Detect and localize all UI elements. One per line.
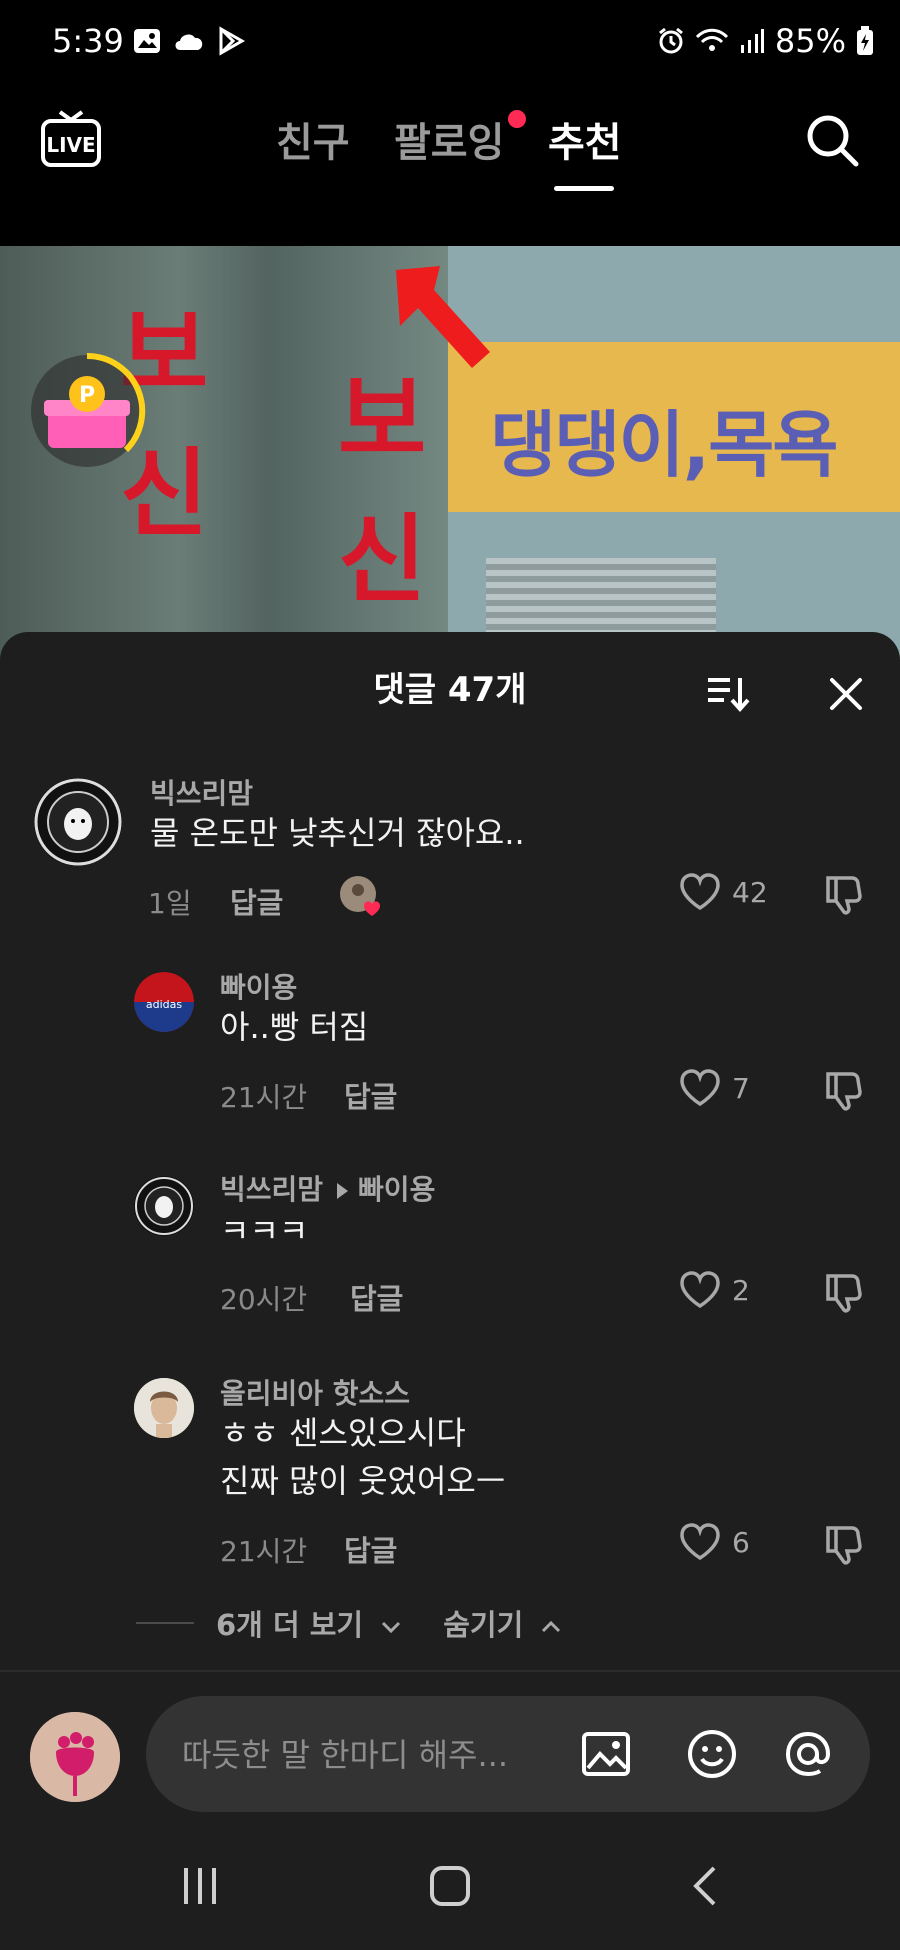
- avatar[interactable]: [34, 778, 122, 866]
- reply-to-arrow-icon: [337, 1183, 349, 1199]
- heart-icon: [680, 873, 720, 911]
- heart-icon: [680, 1523, 720, 1561]
- play-store-icon: [219, 26, 246, 56]
- replies-divider-line: [136, 1622, 194, 1624]
- status-time: 5:39: [52, 22, 124, 60]
- signal-icon: [740, 29, 764, 53]
- recent-apps-icon[interactable]: [178, 1864, 222, 1908]
- search-icon: [807, 115, 859, 167]
- reply-button[interactable]: 답글: [344, 1074, 397, 1116]
- like-count: 7: [732, 1071, 750, 1105]
- adidas-avatar-icon: adidas: [134, 972, 194, 1032]
- comment-text-line: ㅎㅎ 센스있으시다: [220, 1414, 466, 1452]
- dog-logo-icon: [34, 778, 122, 866]
- like-count: 2: [732, 1273, 750, 1307]
- avatar[interactable]: [134, 1378, 194, 1438]
- mention-icon[interactable]: [782, 1728, 834, 1780]
- heart-icon: [680, 1069, 720, 1107]
- status-notification-icons: [132, 26, 246, 56]
- view-more-label: 6개 더 보기: [216, 1608, 364, 1642]
- comments-title: 댓글 47개: [373, 670, 527, 710]
- image-icon: [134, 29, 160, 53]
- replies-controls: 6개 더 보기 숨기기: [136, 1602, 563, 1644]
- dog-logo-icon: [135, 1177, 193, 1235]
- emoji-icon[interactable]: [686, 1728, 738, 1780]
- creator-heart-icon: [340, 876, 380, 916]
- comment-time: 20시간: [220, 1283, 308, 1316]
- woman-portrait-icon: [134, 1378, 194, 1438]
- like-button[interactable]: 6: [678, 1522, 750, 1562]
- status-right-cluster: 85%: [657, 22, 874, 60]
- search-button[interactable]: [804, 112, 860, 168]
- like-count: 42: [732, 875, 768, 909]
- comment-username[interactable]: 빅쓰리맘: [220, 1173, 323, 1206]
- comment-text: ㅋㅋㅋ: [220, 1212, 309, 1250]
- chevron-down-icon: [382, 1621, 401, 1634]
- like-button[interactable]: 2: [678, 1270, 750, 1310]
- comment-text: 아..빵 터짐: [220, 1008, 369, 1046]
- comments-sheet: 댓글 47개 빅쓰리맘 물 온도만 낮추신거 잖아요.. 1일 답글 42 ad…: [0, 632, 900, 1950]
- video-sign-char: 신: [338, 503, 427, 616]
- comment-username[interactable]: 올리비아 핫소스: [220, 1372, 410, 1412]
- back-icon[interactable]: [684, 1864, 728, 1908]
- home-icon[interactable]: [428, 1864, 472, 1908]
- alarm-icon: [658, 27, 683, 54]
- creator-liked-badge: [338, 874, 386, 922]
- comment-username[interactable]: 빅쓰리맘: [150, 772, 253, 812]
- svg-text:P: P: [79, 383, 95, 408]
- dislike-icon[interactable]: [822, 1522, 866, 1566]
- red-arrow-icon: [396, 266, 490, 368]
- cloud-icon: [175, 34, 203, 50]
- comment-time: 21시간: [220, 1081, 308, 1114]
- tab-recommended[interactable]: 추천: [548, 110, 622, 168]
- comment-username[interactable]: 빠이용: [220, 966, 297, 1006]
- comment-time: 21시간: [220, 1535, 308, 1568]
- close-icon[interactable]: [826, 674, 866, 714]
- battery-percent: 85%: [774, 22, 846, 60]
- video-sign-text: 댕댕이,목욕: [490, 403, 839, 487]
- dislike-icon[interactable]: [822, 1068, 866, 1112]
- comment-input-box: [146, 1696, 870, 1814]
- reply-to-username[interactable]: 빠이용: [358, 1173, 435, 1206]
- comment-username-row: 빅쓰리맘 빠이용: [220, 1168, 435, 1208]
- like-button[interactable]: 7: [678, 1068, 750, 1108]
- reward-badge[interactable]: P: [28, 352, 146, 470]
- dislike-icon[interactable]: [822, 872, 866, 916]
- sort-icon[interactable]: [706, 674, 752, 714]
- coin-box-icon: P: [31, 352, 146, 467]
- flower-avatar-icon: [30, 1712, 120, 1802]
- comment-input[interactable]: [180, 1696, 564, 1814]
- tab-following[interactable]: 팔로잉: [394, 110, 504, 168]
- hide-label: 숨기기: [443, 1608, 524, 1642]
- heart-icon: [680, 1271, 720, 1309]
- image-attach-icon[interactable]: [580, 1728, 632, 1780]
- dislike-icon[interactable]: [822, 1270, 866, 1314]
- hide-replies-button[interactable]: 숨기기: [443, 1602, 563, 1644]
- wifi-icon: [695, 28, 728, 51]
- comment-text-line: 진짜 많이 웃었어오ㅡ: [220, 1462, 506, 1500]
- avatar[interactable]: [134, 1176, 194, 1236]
- feed-tabs: 친구 팔로잉 추천: [0, 110, 900, 191]
- tab-friends[interactable]: 친구: [276, 110, 350, 168]
- like-count: 6: [732, 1525, 750, 1559]
- like-button[interactable]: 42: [678, 872, 768, 912]
- chevron-up-icon: [542, 1620, 561, 1633]
- following-notification-dot: [508, 110, 526, 128]
- my-avatar[interactable]: [30, 1712, 120, 1802]
- comment-time: 1일: [148, 887, 192, 920]
- comment-text: 물 온도만 낮추신거 잖아요..: [150, 814, 525, 852]
- reply-button[interactable]: 답글: [350, 1276, 403, 1318]
- active-tab-indicator: [554, 186, 614, 191]
- system-nav-bar: [0, 1820, 900, 1950]
- svg-text:adidas: adidas: [146, 998, 183, 1011]
- avatar[interactable]: adidas: [134, 972, 194, 1032]
- input-divider: [0, 1670, 900, 1672]
- view-more-replies-button[interactable]: 6개 더 보기: [216, 1602, 403, 1644]
- reply-button[interactable]: 답글: [344, 1528, 397, 1570]
- reply-button[interactable]: 답글: [230, 880, 283, 922]
- battery-icon: [857, 26, 873, 55]
